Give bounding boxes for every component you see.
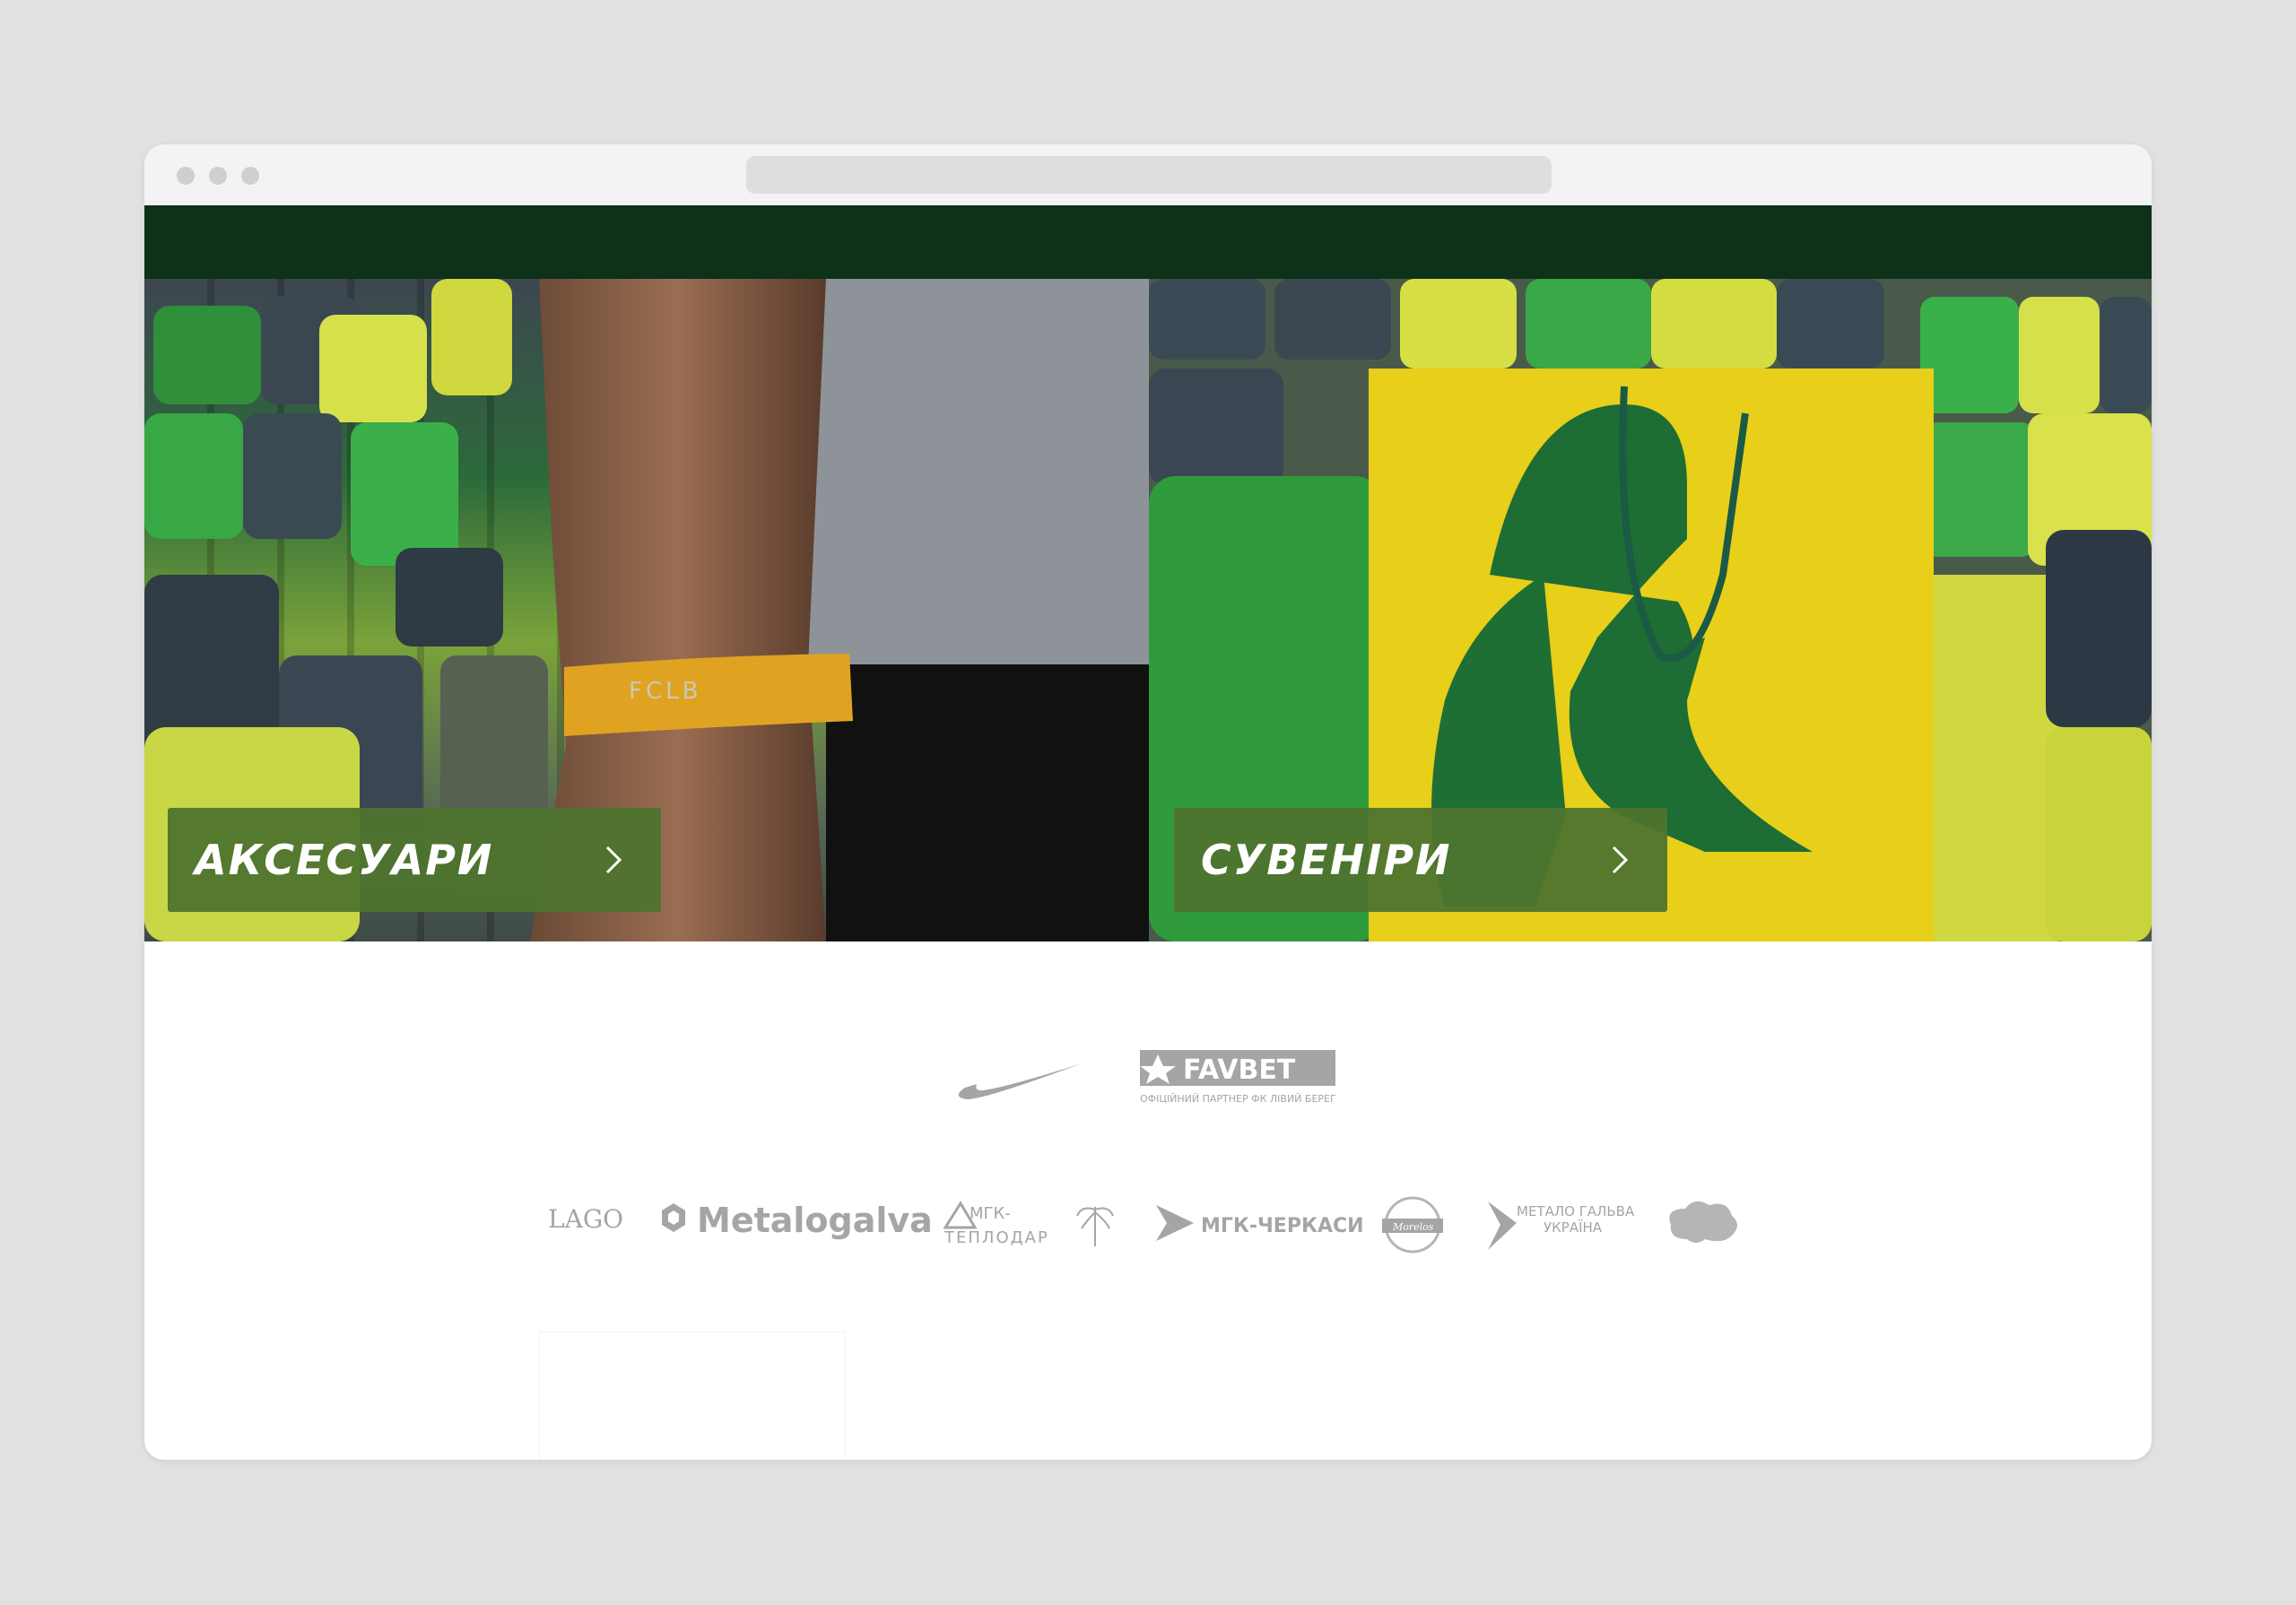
cloud-logo[interactable]: [1669, 1201, 1737, 1243]
category-panel-souvenirs[interactable]: СУВЕНІРИ: [1149, 279, 2152, 941]
teplodar-bottom: ТЕПЛОДАР: [944, 1228, 1049, 1247]
mgk-cherkasy-text: МГК-ЧЕРКАСИ: [1201, 1215, 1364, 1237]
browser-chrome: [144, 144, 2152, 205]
main-sponsors: FAVBET ОФІЦІЙНИЙ ПАРТНЕР ФК ЛІВИЙ БЕРЕГ: [144, 1041, 2152, 1113]
metalogalva-logo[interactable]: Metalogalva: [662, 1201, 933, 1240]
window-close-dot[interactable]: [177, 167, 195, 185]
metalo-galva-ukraine-logo[interactable]: МЕТАЛО ГАЛЬВА УКРАЇНА: [1488, 1202, 1635, 1250]
morelos-logo[interactable]: Morelos: [1382, 1196, 1443, 1254]
browser-window: FCLB АКСЕСУАРИ СУВЕНІРИ FAVBET ОФІЦІЙНИЙ…: [144, 144, 2152, 1460]
mgk-cherkasy-logo[interactable]: МГК-ЧЕРКАСИ: [1156, 1205, 1364, 1241]
main-sponsor-logos: FAVBET ОФІЦІЙНИЙ ПАРТНЕР ФК ЛІВИЙ БЕРЕГ: [958, 1050, 1336, 1105]
chevron-right-icon: [605, 846, 622, 874]
palm-logo[interactable]: [1076, 1207, 1114, 1246]
lago-text: LAGO: [548, 1204, 623, 1234]
partner-logo-strip: LAGO Metalogalva МГК- ТЕПЛОДАР МГК-ЧЕРКА…: [548, 1196, 1737, 1254]
category-panels: FCLB АКСЕСУАРИ СУВЕНІРИ: [144, 279, 2152, 941]
category-panel-accessories[interactable]: FCLB АКСЕСУАРИ: [144, 279, 1149, 941]
partner-logos: LAGO Metalogalva МГК- ТЕПЛОДАР МГК-ЧЕРКА…: [144, 1169, 2152, 1268]
morelos-text: Morelos: [1392, 1221, 1434, 1233]
favbet-caption: ОФІЦІЙНИЙ ПАРТНЕР ФК ЛІВИЙ БЕРЕГ: [1140, 1093, 1336, 1105]
teplodar-logo[interactable]: МГК- ТЕПЛОДАР: [943, 1201, 1049, 1247]
favbet-name: FAVBET: [1183, 1054, 1296, 1086]
souvenirs-label: СУВЕНІРИ: [1201, 836, 1452, 884]
nike-swoosh-icon[interactable]: [958, 1063, 1082, 1100]
window-maximize-dot[interactable]: [241, 167, 259, 185]
metalo-galva-line1: МЕТАЛО ГАЛЬВА: [1517, 1203, 1635, 1219]
lago-logo[interactable]: LAGO: [548, 1204, 623, 1234]
accessories-button[interactable]: АКСЕСУАРИ: [168, 808, 661, 912]
address-bar[interactable]: [746, 156, 1552, 194]
chevron-right-icon: [1612, 846, 1629, 874]
ghost-card: [539, 1332, 846, 1460]
teplodar-top: МГК-: [970, 1204, 1011, 1223]
favbet-logo[interactable]: FAVBET ОФІЦІЙНИЙ ПАРТНЕР ФК ЛІВИЙ БЕРЕГ: [1140, 1050, 1336, 1105]
accessories-label: АКСЕСУАРИ: [195, 836, 494, 884]
souvenirs-button[interactable]: СУВЕНІРИ: [1174, 808, 1667, 912]
site-header: [144, 205, 2152, 279]
window-minimize-dot[interactable]: [209, 167, 227, 185]
bracelet-text: FCLB: [629, 678, 701, 705]
metalogalva-text: Metalogalva: [697, 1201, 933, 1240]
metalo-galva-line2: УКРАЇНА: [1544, 1219, 1603, 1236]
